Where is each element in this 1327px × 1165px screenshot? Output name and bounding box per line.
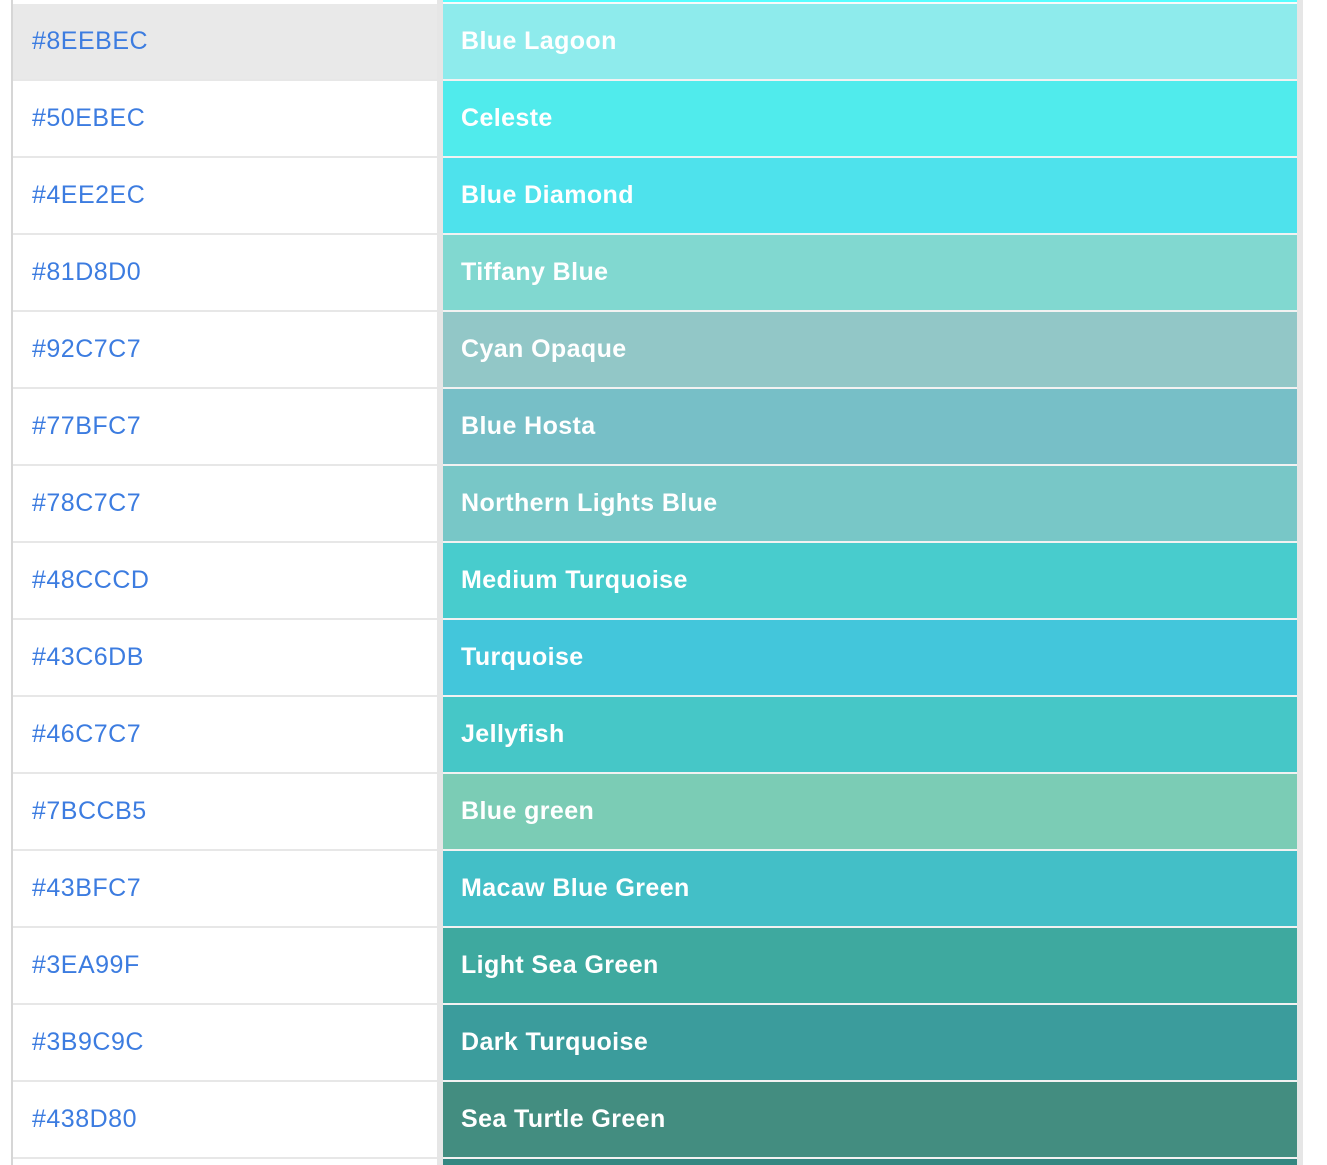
table-row: #43BFC7 Macaw Blue Green (13, 851, 1303, 928)
table-right-border (1297, 4, 1303, 81)
hex-code-link[interactable]: #46C7C7 (32, 720, 141, 749)
color-swatch: Tiffany Blue (443, 235, 1297, 312)
color-name-label: Celeste (461, 104, 553, 133)
hex-code-cell: #3B9C9C (13, 1005, 437, 1082)
color-name-label: Dark Turquoise (461, 1028, 648, 1057)
color-swatch: Blue Hosta (443, 389, 1297, 466)
hex-code-cell: #7BCCB5 (13, 774, 437, 851)
color-name-label: Blue Lagoon (461, 27, 617, 56)
table-right-border (1297, 466, 1303, 543)
table-right-border (1297, 851, 1303, 928)
color-name-label: Light Sea Green (461, 951, 659, 980)
table-right-border (1297, 697, 1303, 774)
table-row: #78C7C7 Northern Lights Blue (13, 466, 1303, 543)
color-name-label: Northern Lights Blue (461, 489, 718, 518)
color-swatch: Medium Turquoise (443, 543, 1297, 620)
color-swatch: Light Sea Green (443, 928, 1297, 1005)
hex-code-cell: #4EE2EC (13, 158, 437, 235)
hex-code-link[interactable]: #3B9C9C (32, 1028, 144, 1057)
hex-code-link[interactable]: #438D80 (32, 1105, 137, 1134)
table-row: #81D8D0 Tiffany Blue (13, 235, 1303, 312)
hex-code-link[interactable]: #43BFC7 (32, 874, 141, 903)
color-name-label: Turquoise (461, 643, 584, 672)
color-name-label: Blue Hosta (461, 412, 596, 441)
table-right-border (1297, 389, 1303, 466)
table-right-border (1297, 1082, 1303, 1159)
color-swatch: Jellyfish (443, 697, 1297, 774)
hex-code-link[interactable]: #4EE2EC (32, 181, 145, 210)
hex-code-link[interactable]: #43C6DB (32, 643, 144, 672)
color-swatch: Turquoise (443, 620, 1297, 697)
hex-code-link[interactable]: #77BFC7 (32, 412, 141, 441)
color-swatch: Celeste (443, 81, 1297, 158)
color-swatch: Northern Lights Blue (443, 466, 1297, 543)
table-row: #46C7C7 Jellyfish (13, 697, 1303, 774)
hex-code-cell: #43C6DB (13, 620, 437, 697)
color-swatch: Macaw Blue Green (443, 851, 1297, 928)
table-right-border (1297, 235, 1303, 312)
table-right-border (1297, 81, 1303, 158)
partial-row-bottom (13, 1159, 1303, 1165)
color-name-label: Cyan Opaque (461, 335, 627, 364)
table-right-border (1297, 928, 1303, 1005)
hex-code-link[interactable]: #7BCCB5 (32, 797, 147, 826)
table-row: #3B9C9C Dark Turquoise (13, 1005, 1303, 1082)
color-name-label: Sea Turtle Green (461, 1105, 666, 1134)
color-swatch: Sea Turtle Green (443, 1082, 1297, 1159)
table-row: #50EBEC Celeste (13, 81, 1303, 158)
partial-hex-cell-bottom (13, 1159, 437, 1165)
table-row: #3EA99F Light Sea Green (13, 928, 1303, 1005)
color-name-label: Blue Diamond (461, 181, 634, 210)
hex-code-cell: #50EBEC (13, 81, 437, 158)
color-swatch: Dark Turquoise (443, 1005, 1297, 1082)
table-row: #7BCCB5 Blue green (13, 774, 1303, 851)
color-table: #8EEBEC Blue Lagoon #50EBEC Celeste #4EE… (11, 0, 1303, 1165)
table-right-border (1297, 620, 1303, 697)
color-swatch: Blue green (443, 774, 1297, 851)
color-rows: #8EEBEC Blue Lagoon #50EBEC Celeste #4EE… (13, 4, 1303, 1159)
hex-code-cell: #3EA99F (13, 928, 437, 1005)
hex-code-link[interactable]: #3EA99F (32, 951, 140, 980)
hex-code-link[interactable]: #8EEBEC (32, 27, 148, 56)
color-swatch: Blue Diamond (443, 158, 1297, 235)
hex-code-cell: #438D80 (13, 1082, 437, 1159)
color-name-label: Tiffany Blue (461, 258, 608, 287)
table-row: #77BFC7 Blue Hosta (13, 389, 1303, 466)
hex-code-cell: #43BFC7 (13, 851, 437, 928)
hex-code-cell: #48CCCD (13, 543, 437, 620)
color-swatch: Blue Lagoon (443, 4, 1297, 81)
table-right-border (1297, 1005, 1303, 1082)
hex-code-link[interactable]: #48CCCD (32, 566, 149, 595)
color-name-label: Macaw Blue Green (461, 874, 690, 903)
partial-color-swatch-bottom (443, 1159, 1297, 1165)
color-name-label: Medium Turquoise (461, 566, 688, 595)
table-right-border (1297, 312, 1303, 389)
table-right-border (1297, 543, 1303, 620)
hex-code-link[interactable]: #92C7C7 (32, 335, 141, 364)
hex-code-cell: #46C7C7 (13, 697, 437, 774)
table-row: #4EE2EC Blue Diamond (13, 158, 1303, 235)
hex-code-cell: #92C7C7 (13, 312, 437, 389)
color-swatch: Cyan Opaque (443, 312, 1297, 389)
table-row: #92C7C7 Cyan Opaque (13, 312, 1303, 389)
table-row: #43C6DB Turquoise (13, 620, 1303, 697)
hex-code-cell: #81D8D0 (13, 235, 437, 312)
table-right-border (1297, 158, 1303, 235)
color-name-label: Jellyfish (461, 720, 565, 749)
color-name-label: Blue green (461, 797, 594, 826)
hex-code-link[interactable]: #81D8D0 (32, 258, 141, 287)
hex-code-link[interactable]: #50EBEC (32, 104, 145, 133)
hex-code-link[interactable]: #78C7C7 (32, 489, 141, 518)
hex-code-cell: #8EEBEC (13, 4, 437, 81)
table-row: #438D80 Sea Turtle Green (13, 1082, 1303, 1159)
table-right-border (1297, 1159, 1303, 1165)
hex-code-cell: #78C7C7 (13, 466, 437, 543)
table-right-border (1297, 774, 1303, 851)
hex-code-cell: #77BFC7 (13, 389, 437, 466)
table-row: #8EEBEC Blue Lagoon (13, 4, 1303, 81)
table-row: #48CCCD Medium Turquoise (13, 543, 1303, 620)
